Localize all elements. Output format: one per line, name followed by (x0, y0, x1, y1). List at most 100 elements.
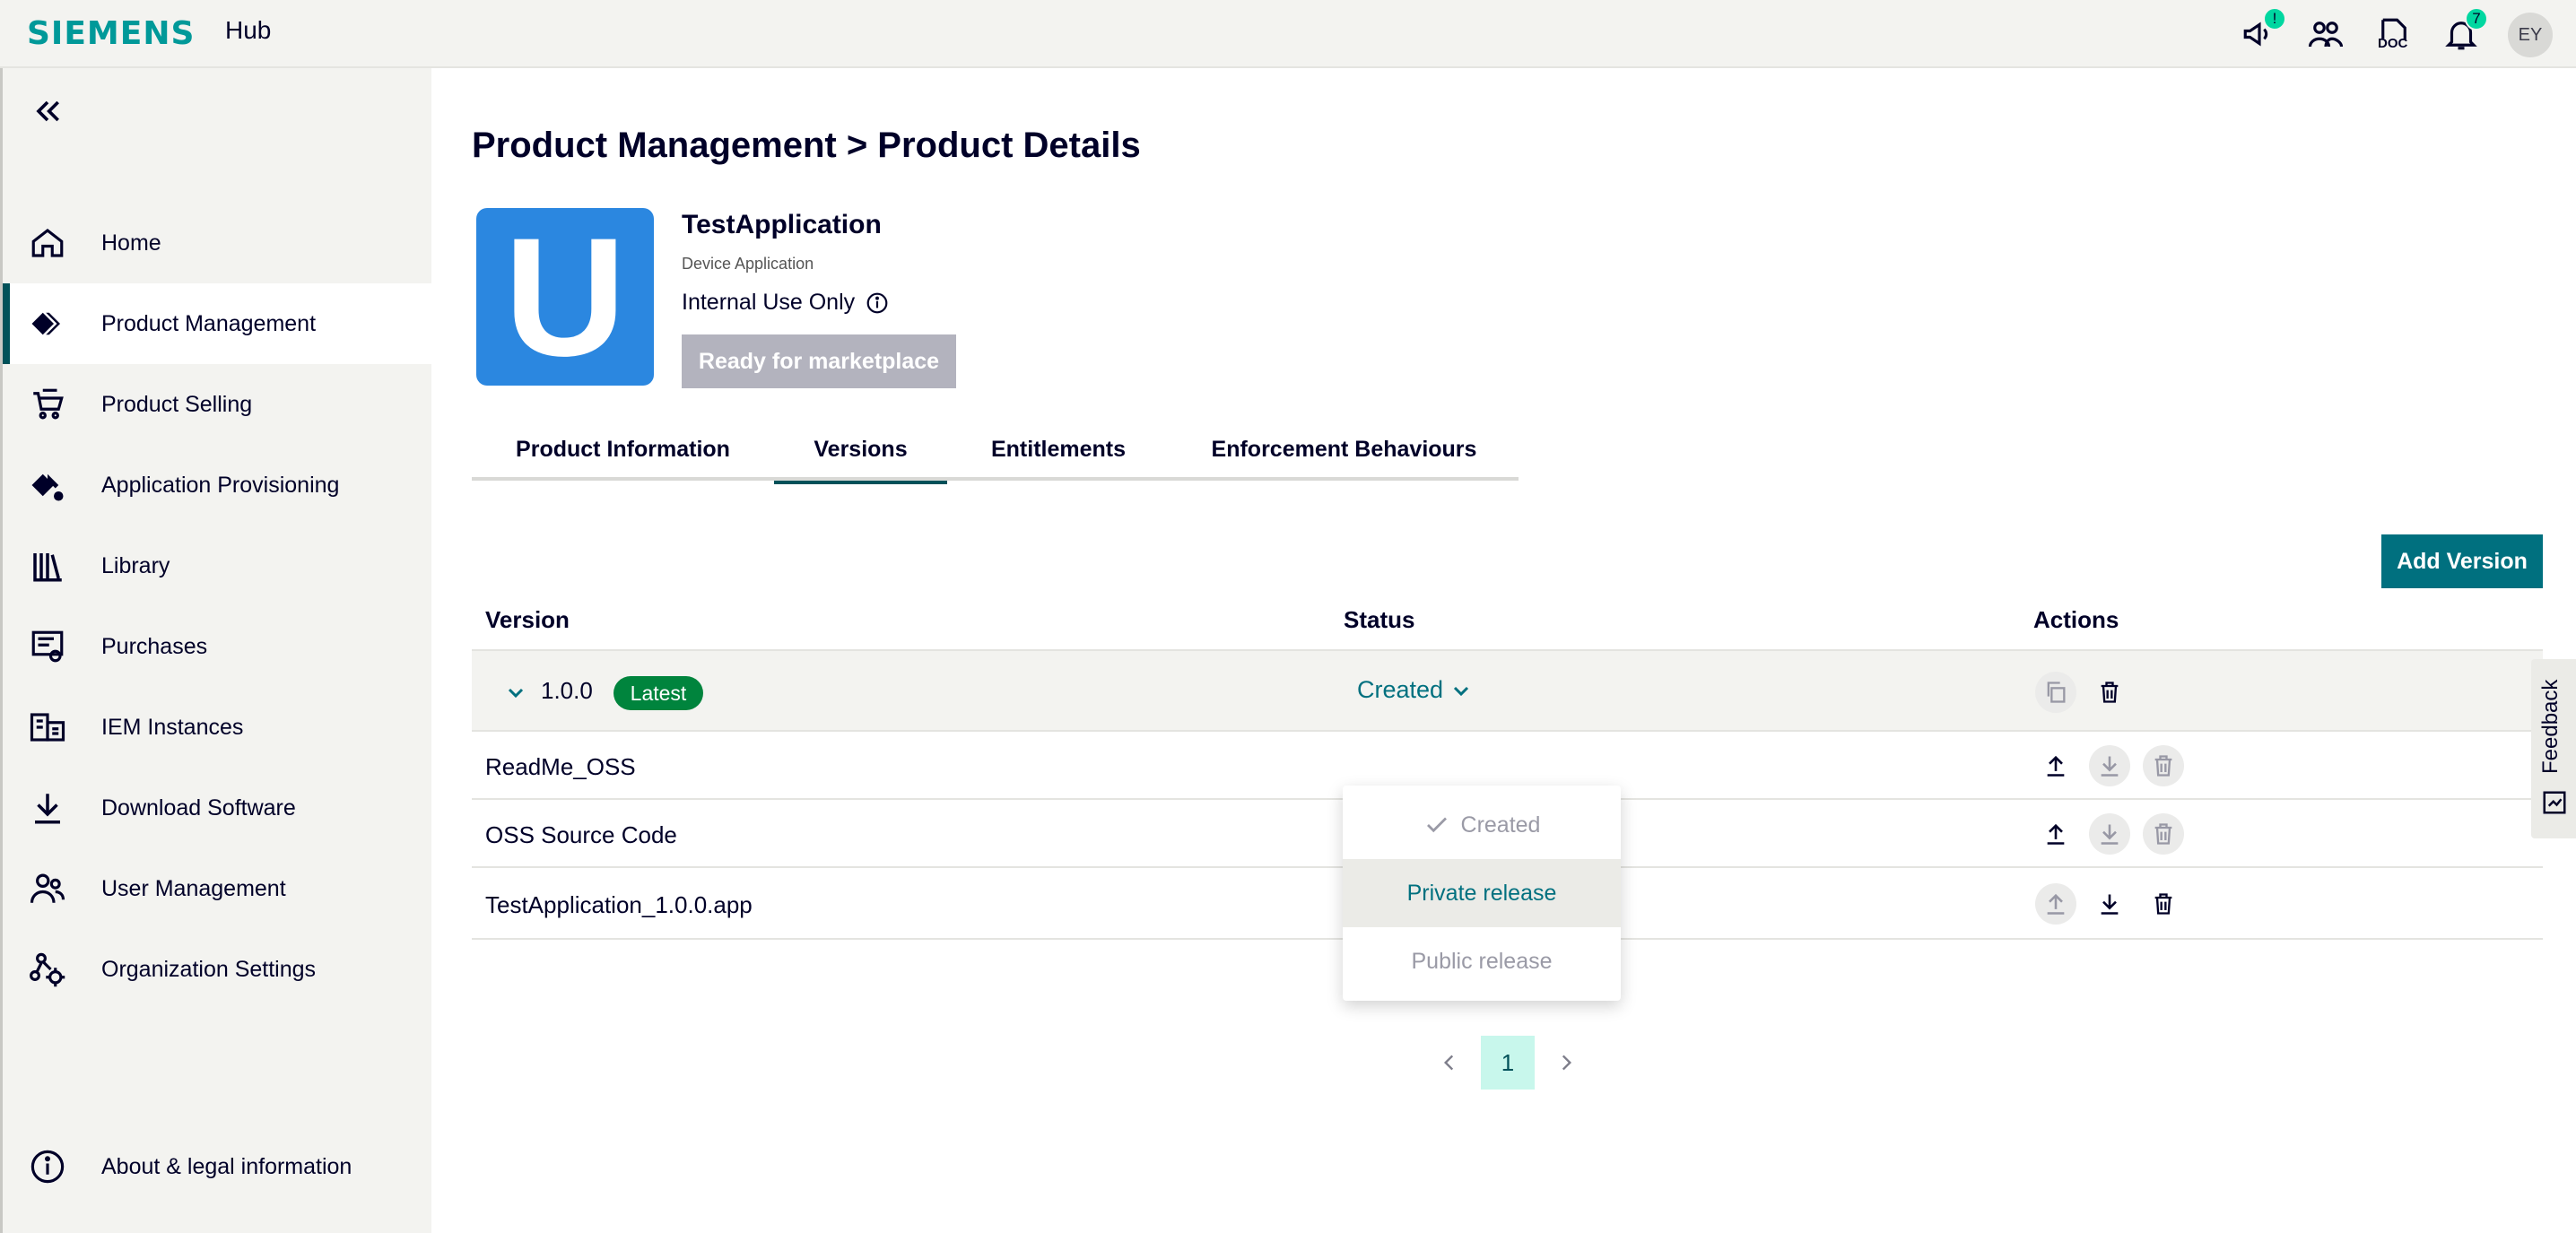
product-management-icon (26, 302, 69, 345)
siemens-logo[interactable]: SIEMENS (27, 15, 195, 52)
upload-icon (2047, 893, 2065, 915)
main-content: Product Management > Product Details U T… (431, 68, 2576, 1233)
documentation-button[interactable]: DOC (2372, 13, 2415, 56)
cart-icon (26, 383, 69, 426)
upload-icon (2047, 823, 2065, 845)
trash-icon (2154, 755, 2172, 777)
sidebar-footer-label: About & legal information (101, 1153, 352, 1179)
sidebar-item-label: Product Management (101, 310, 317, 336)
tab-versions[interactable]: Versions (774, 418, 947, 484)
delete-version-button[interactable] (2089, 672, 2130, 713)
sidebar-item-application-provisioning[interactable]: Application Provisioning (3, 445, 431, 525)
people-icon (2308, 22, 2344, 48)
tab-entitlements[interactable]: Entitlements (947, 418, 1170, 481)
sidebar-item-label: Library (101, 552, 170, 578)
download-icon (26, 786, 69, 829)
status-option-public-release[interactable]: Public release (1343, 927, 1621, 995)
delete-file-button[interactable] (2143, 813, 2184, 855)
sidebar-item-label: Home (101, 230, 161, 256)
users-icon (26, 867, 69, 910)
add-version-button[interactable]: Add Version (2381, 534, 2543, 588)
upload-button[interactable] (2035, 883, 2076, 925)
copy-icon (2047, 682, 2066, 703)
sidebar-item-label: IEM Instances (101, 714, 244, 740)
file-name: ReadMe_OSS (485, 753, 636, 780)
trash-icon (2154, 893, 2172, 915)
sidebar-item-about[interactable]: About & legal information (3, 1126, 431, 1207)
download-button[interactable] (2089, 813, 2130, 855)
status-option-label: Public release (1411, 948, 1553, 974)
purchases-icon (26, 625, 69, 668)
upload-button[interactable] (2035, 813, 2076, 855)
ready-for-marketplace-button[interactable]: Ready for marketplace (682, 334, 956, 388)
info-icon[interactable] (866, 291, 889, 315)
tab-enforcement-behaviours[interactable]: Enforcement Behaviours (1170, 418, 1519, 481)
download-button[interactable] (2089, 745, 2130, 786)
iem-icon (26, 706, 69, 749)
sidebar-item-user-management[interactable]: User Management (3, 848, 431, 929)
file-name: TestApplication_1.0.0.app (485, 891, 753, 918)
user-switch-button[interactable] (2304, 13, 2347, 56)
sidebar-item-download-software[interactable]: Download Software (3, 768, 431, 848)
sidebar-item-label: Download Software (101, 795, 296, 821)
file-name: OSS Source Code (485, 821, 677, 848)
version-row: 1.0.0 Latest Created (472, 649, 2543, 732)
collapse-sidebar-button[interactable] (30, 93, 65, 129)
product-visibility: Internal Use Only (682, 290, 889, 316)
version-number: 1.0.0 (541, 677, 593, 704)
sidebar-item-purchases[interactable]: Purchases (3, 606, 431, 687)
sidebar-item-home[interactable]: Home (3, 203, 431, 283)
sidebar-item-product-selling[interactable]: Product Selling (3, 364, 431, 445)
trash-icon (2154, 823, 2172, 845)
previous-page-button[interactable] (1423, 1036, 1476, 1090)
notification-count-badge: 7 (2465, 7, 2488, 30)
status-option-created[interactable]: Created (1343, 791, 1621, 859)
copy-version-button[interactable] (2035, 672, 2076, 713)
announcement-badge: ! (2263, 7, 2286, 30)
upload-button[interactable] (2035, 745, 2076, 786)
delete-file-button[interactable] (2143, 745, 2184, 786)
trash-icon (2101, 682, 2119, 703)
chevron-right-icon (1562, 1055, 1572, 1071)
sidebar: Home Product Management Product Selling … (0, 68, 431, 1233)
sidebar-item-label: Purchases (101, 633, 208, 659)
chevron-down-icon[interactable] (505, 682, 527, 703)
status-dropdown-trigger[interactable]: Created (1357, 676, 1472, 704)
user-avatar[interactable]: EY (2508, 13, 2553, 57)
sidebar-item-iem-instances[interactable]: IEM Instances (3, 687, 431, 768)
sidebar-item-library[interactable]: Library (3, 525, 431, 606)
chevron-down-icon (1454, 686, 1469, 696)
latest-badge: Latest (614, 676, 703, 710)
status-value: Created (1357, 676, 1444, 703)
double-chevron-left-icon (36, 100, 59, 122)
sidebar-item-product-management[interactable]: Product Management (3, 283, 431, 364)
product-logo: U (476, 208, 654, 386)
app-name: Hub (225, 16, 272, 44)
check-icon (1426, 817, 1447, 833)
feedback-icon (2543, 791, 2566, 814)
page-title: Product Management > Product Details (472, 126, 1141, 165)
status-dropdown-menu: Created Private release Public release (1343, 786, 1621, 1001)
notifications-button[interactable]: 7 (2440, 7, 2488, 56)
status-option-label: Created (1460, 812, 1541, 838)
page-number-button[interactable]: 1 (1481, 1036, 1535, 1090)
product-type: Device Application (682, 255, 814, 273)
sidebar-item-organization-settings[interactable]: Organization Settings (3, 929, 431, 1010)
status-option-label: Private release (1406, 880, 1557, 906)
announcement-button[interactable]: ! (2238, 7, 2286, 56)
delete-file-button[interactable] (2143, 883, 2184, 925)
download-button[interactable] (2089, 883, 2130, 925)
tab-product-information[interactable]: Product Information (472, 418, 774, 481)
column-header-version: Version (485, 606, 570, 633)
column-header-status: Status (1344, 606, 1415, 633)
next-page-button[interactable] (1539, 1036, 1593, 1090)
visibility-label: Internal Use Only (682, 290, 856, 315)
product-tabs: Product Information Versions Entitlement… (472, 418, 1519, 484)
status-option-private-release[interactable]: Private release (1343, 859, 1621, 927)
home-icon (26, 221, 69, 265)
download-icon (2101, 894, 2119, 915)
sidebar-item-label: User Management (101, 875, 286, 901)
feedback-label[interactable]: Feedback (2538, 664, 2563, 789)
product-name: TestApplication (682, 210, 882, 239)
library-icon (26, 544, 69, 587)
